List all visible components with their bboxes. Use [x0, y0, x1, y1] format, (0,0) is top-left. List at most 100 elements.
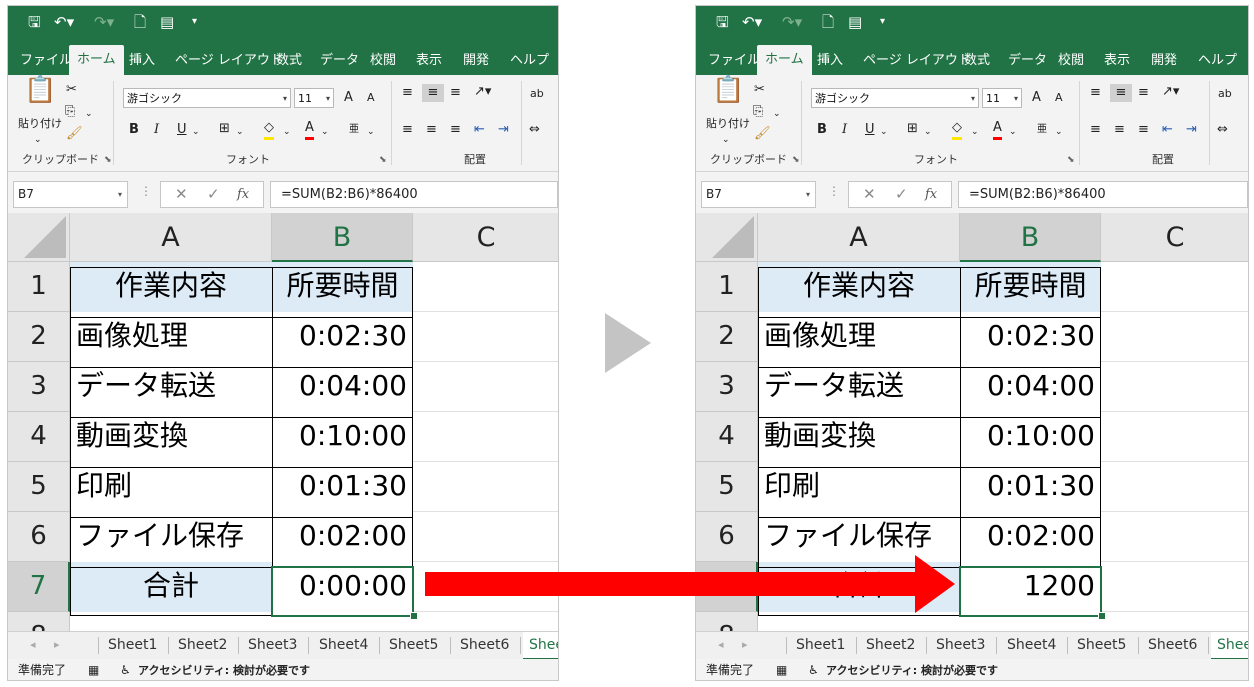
- cell-b2[interactable]: 0:02:30: [272, 312, 413, 362]
- shrink-font-button[interactable]: A: [367, 89, 375, 107]
- decrease-indent-icon[interactable]: ⇤: [474, 121, 485, 139]
- cell-a5[interactable]: 印刷: [70, 462, 272, 512]
- cell-b5[interactable]: 0:01:30: [960, 462, 1101, 512]
- align-right-icon[interactable]: ≡: [450, 121, 461, 139]
- customize-qat-icon[interactable]: ▾: [192, 12, 197, 32]
- dialog-launcher-icon[interactable]: ⬊: [379, 155, 387, 165]
- tab-help[interactable]: ヘルプ: [1198, 47, 1237, 75]
- tab-review[interactable]: 校閲: [370, 47, 396, 75]
- cell-a7[interactable]: 合計: [70, 562, 272, 612]
- dialog-launcher-icon[interactable]: ⬊: [104, 155, 112, 165]
- undo-icon[interactable]: ↶▾: [54, 12, 74, 32]
- fill-handle[interactable]: [410, 612, 418, 620]
- underline-button[interactable]: U: [865, 121, 875, 139]
- accessibility-status[interactable]: アクセシビリティ: 検討が必要です: [826, 659, 998, 680]
- orientation-icon[interactable]: ↗▾: [474, 83, 491, 101]
- cell-a4[interactable]: 動画変換: [758, 412, 960, 462]
- name-box[interactable]: B7 ▾: [13, 181, 128, 208]
- copy-dropdown-icon[interactable]: ⌄: [85, 105, 93, 123]
- tab-help[interactable]: ヘルプ: [510, 47, 549, 75]
- column-header-a[interactable]: A: [70, 213, 272, 262]
- macro-record-icon[interactable]: ▦: [88, 659, 99, 680]
- tab-view[interactable]: 表示: [1104, 47, 1130, 75]
- sheet-tab-1[interactable]: Sheet1: [108, 632, 157, 658]
- cancel-icon[interactable]: ✕: [863, 185, 876, 203]
- accessibility-status[interactable]: アクセシビリティ: 検討が必要です: [138, 659, 310, 680]
- font-size-combo[interactable]: 11 ▾: [982, 88, 1022, 108]
- align-right-icon[interactable]: ≡: [1138, 121, 1149, 139]
- paste-icon[interactable]: 📋: [24, 77, 56, 103]
- chevron-down-icon[interactable]: ⌄: [880, 123, 888, 141]
- cell-b1[interactable]: 所要時間: [960, 262, 1101, 312]
- row-header-1[interactable]: 1: [8, 262, 70, 312]
- redo-icon[interactable]: ↷▾: [94, 12, 114, 32]
- row-header-6[interactable]: 6: [8, 512, 70, 562]
- italic-button[interactable]: I: [154, 121, 159, 139]
- copy-icon[interactable]: ⎘: [65, 103, 75, 121]
- column-header-c[interactable]: C: [413, 213, 558, 262]
- dialog-launcher-icon[interactable]: ⬊: [1067, 155, 1075, 165]
- align-bottom-icon[interactable]: ≡: [450, 84, 461, 102]
- cell-b2[interactable]: 0:02:30: [960, 312, 1101, 362]
- print-preview-icon[interactable]: 🗋: [822, 12, 834, 32]
- row-header-5[interactable]: 5: [8, 462, 70, 512]
- align-left-icon[interactable]: ≡: [402, 121, 413, 139]
- align-center-icon[interactable]: ≡: [1114, 121, 1125, 139]
- next-sheet-icon[interactable]: ▸: [54, 638, 60, 651]
- cell-b4[interactable]: 0:10:00: [272, 412, 413, 462]
- wrap-text-icon[interactable]: ab: [1218, 85, 1232, 103]
- tab-insert[interactable]: 挿入: [817, 47, 843, 75]
- grow-font-button[interactable]: A: [344, 89, 353, 107]
- increase-indent-icon[interactable]: ⇥: [1186, 121, 1197, 139]
- macro-record-icon[interactable]: ▦: [776, 659, 787, 680]
- tab-home[interactable]: ホーム: [757, 45, 812, 75]
- paste-dropdown-icon[interactable]: ⌄: [722, 131, 730, 149]
- fill-handle[interactable]: [1098, 612, 1106, 620]
- align-bottom-icon[interactable]: ≡: [1138, 84, 1149, 102]
- column-header-a[interactable]: A: [758, 213, 960, 262]
- tab-developer[interactable]: 開発: [1151, 47, 1177, 75]
- row-header-4[interactable]: 4: [696, 412, 758, 462]
- insert-function-icon[interactable]: fx: [237, 187, 249, 202]
- font-color-icon[interactable]: A: [993, 119, 1002, 140]
- name-box[interactable]: B7 ▾: [701, 181, 816, 208]
- tab-file[interactable]: ファイル: [708, 47, 760, 75]
- formula-input[interactable]: =SUM(B2:B6)*86400: [270, 181, 558, 208]
- tab-file[interactable]: ファイル: [20, 47, 72, 75]
- form-icon[interactable]: ▤: [160, 12, 174, 32]
- chevron-down-icon[interactable]: ⌄: [1009, 123, 1017, 141]
- cell-a3[interactable]: データ転送: [758, 362, 960, 412]
- chevron-down-icon[interactable]: ⌄: [1055, 123, 1063, 141]
- chevron-down-icon[interactable]: ⌄: [971, 123, 979, 141]
- chevron-down-icon[interactable]: ⌄: [236, 123, 244, 141]
- align-center-icon[interactable]: ≡: [426, 121, 437, 139]
- sheet-tab-6[interactable]: Sheet6: [1148, 632, 1197, 658]
- drag-handle-icon[interactable]: ⋮: [140, 184, 152, 198]
- format-painter-icon[interactable]: 🖌: [754, 125, 771, 143]
- accessibility-icon[interactable]: ♿: [120, 659, 131, 680]
- sheet-tab-active[interactable]: Shee: [523, 632, 558, 660]
- align-middle-icon[interactable]: ≡: [422, 84, 444, 102]
- font-name-combo[interactable]: 游ゴシック ▾: [811, 88, 979, 108]
- chevron-down-icon[interactable]: ⌄: [321, 123, 329, 141]
- sheet-tab-4[interactable]: Sheet4: [1007, 632, 1056, 658]
- sheet-tab-5[interactable]: Sheet5: [1077, 632, 1126, 658]
- tab-data[interactable]: データ: [1008, 47, 1047, 75]
- orientation-icon[interactable]: ↗▾: [1162, 83, 1179, 101]
- cell-a1[interactable]: 作業内容: [758, 262, 960, 312]
- bold-button[interactable]: B: [129, 121, 139, 139]
- select-all-corner[interactable]: [8, 213, 70, 262]
- tab-home[interactable]: ホーム: [69, 45, 124, 75]
- furigana-icon[interactable]: 亜: [349, 121, 359, 139]
- merge-center-icon[interactable]: ⇔: [529, 121, 540, 139]
- column-header-c[interactable]: C: [1101, 213, 1248, 262]
- tab-formulas[interactable]: 数式: [276, 47, 302, 75]
- bold-button[interactable]: B: [817, 121, 827, 139]
- cell-b4[interactable]: 0:10:00: [960, 412, 1101, 462]
- row-header-5[interactable]: 5: [696, 462, 758, 512]
- row-header-3[interactable]: 3: [8, 362, 70, 412]
- copy-dropdown-icon[interactable]: ⌄: [773, 105, 781, 123]
- drag-handle-icon[interactable]: ⋮: [828, 184, 840, 198]
- align-top-icon[interactable]: ≡: [402, 84, 413, 102]
- paste-dropdown-icon[interactable]: ⌄: [34, 131, 42, 149]
